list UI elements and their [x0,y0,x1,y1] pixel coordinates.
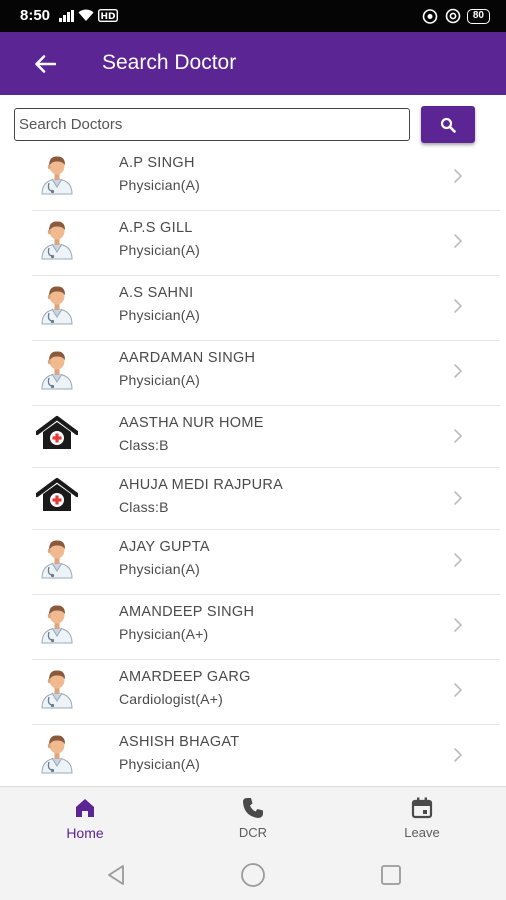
doctor-avatar-icon [36,153,78,195]
doctor-avatar-icon [36,348,78,390]
system-back-button[interactable] [103,862,129,888]
doctor-detail: Physician(A) [119,372,200,388]
system-recents-button[interactable] [378,862,404,888]
doctor-name: AASTHA NUR HOME [119,415,264,431]
nav-home[interactable]: Home [30,795,140,841]
nav-home-label: Home [66,825,104,841]
battery-icon: 80 [466,8,490,24]
doctor-name: AJAY GUPTA [119,539,210,555]
doctor-name: A.S SAHNI [119,285,194,301]
nav-leave-label: Leave [404,825,440,840]
vowifi-icon [422,8,438,24]
list-item[interactable]: AJAY GUPTA Physician(A) [32,530,500,595]
page-title: Search Doctor [102,51,237,74]
chevron-right-icon [452,296,464,316]
list-item[interactable]: AMARDEEP GARG Cardiologist(A+) [32,660,500,725]
nav-dcr-label: DCR [238,825,268,840]
hd-icon: HD [98,9,118,22]
wifi-icon [78,9,94,21]
doctor-name: AMANDEEP SINGH [119,604,255,620]
list-item[interactable]: AASTHA NUR HOME Class:B [32,406,500,468]
doctor-name: A.P SINGH [119,155,195,171]
doctor-detail: Class:B [119,437,169,453]
doctor-detail: Physician(A+) [119,626,209,642]
hospital-icon [34,475,80,517]
doctor-detail: Cardiologist(A+) [119,691,223,707]
arrow-left-icon [35,55,56,73]
chevron-right-icon [452,745,464,765]
list-item[interactable]: AARDAMAN SINGH Physician(A) [32,341,500,406]
doctor-name: A.P.S GILL [119,220,193,236]
chevron-right-icon [452,550,464,570]
status-time: 8:50 [20,7,51,24]
app-bar: Search Doctor [0,32,506,95]
doctor-name: AMARDEEP GARG [119,669,251,685]
doctor-avatar-icon [36,537,78,579]
doctor-name: ASHISH BHAGAT [119,734,240,750]
nav-leave[interactable]: Leave [367,795,477,840]
status-bar: 8:50 HD 80 [0,0,506,32]
doctor-list: A.P SINGH Physician(A) A.P.S GILL Physician… [0,146,506,786]
doctor-detail: Class:B [119,499,169,515]
svg-text:HD: HD [100,12,115,22]
chevron-right-icon [452,680,464,700]
back-button[interactable] [30,49,60,79]
doctor-name: AARDAMAN SINGH [119,350,256,366]
status-left-icons: HD [59,9,118,22]
bottom-nav: Home DCR Leave [0,786,506,850]
phone-icon [243,798,263,818]
signal-icon [59,9,74,22]
chevron-right-icon [452,231,464,251]
doctor-avatar-icon [36,602,78,644]
search-row [14,106,476,144]
search-doctor-screen: 8:50 HD 80 Search Doctor A.P SINGH Physic… [0,0,506,900]
chevron-right-icon [452,361,464,381]
nav-dcr[interactable]: DCR [198,795,308,840]
chevron-right-icon [452,488,464,508]
doctor-detail: Physician(A) [119,561,200,577]
doctor-detail: Physician(A) [119,242,200,258]
chevron-right-icon [452,615,464,635]
list-item[interactable]: A.P SINGH Physician(A) [32,146,500,211]
doctor-avatar-icon [36,283,78,325]
doctor-name: AHUJA MEDI RAJPURA [119,477,284,493]
doctor-detail: Physician(A) [119,177,200,193]
chevron-right-icon [452,166,464,186]
system-navigation-bar [0,850,506,900]
at-icon [445,8,461,24]
doctor-detail: Physician(A) [119,307,200,323]
search-input[interactable] [14,108,410,141]
circle-home-icon [241,863,265,887]
search-button[interactable] [421,106,475,143]
list-item[interactable]: A.S SAHNI Physician(A) [32,276,500,341]
list-item[interactable]: AHUJA MEDI RAJPURA Class:B [32,468,500,530]
square-recents-icon [381,865,401,885]
doctor-avatar-icon [36,732,78,774]
home-icon [76,799,94,817]
list-item[interactable]: AMANDEEP SINGH Physician(A+) [32,595,500,660]
status-right-icons: 80 [421,8,490,24]
doctor-avatar-icon [36,218,78,260]
list-item[interactable]: A.P.S GILL Physician(A) [32,211,500,276]
doctor-avatar-icon [36,667,78,709]
system-home-button[interactable] [240,862,266,888]
calendar-icon [411,797,433,819]
triangle-back-icon [108,865,124,885]
hospital-icon [34,413,80,455]
chevron-right-icon [452,426,464,446]
doctor-detail: Physician(A) [119,756,200,772]
search-icon [440,117,456,133]
list-item[interactable]: ASHISH BHAGAT Physician(A) [32,725,500,786]
